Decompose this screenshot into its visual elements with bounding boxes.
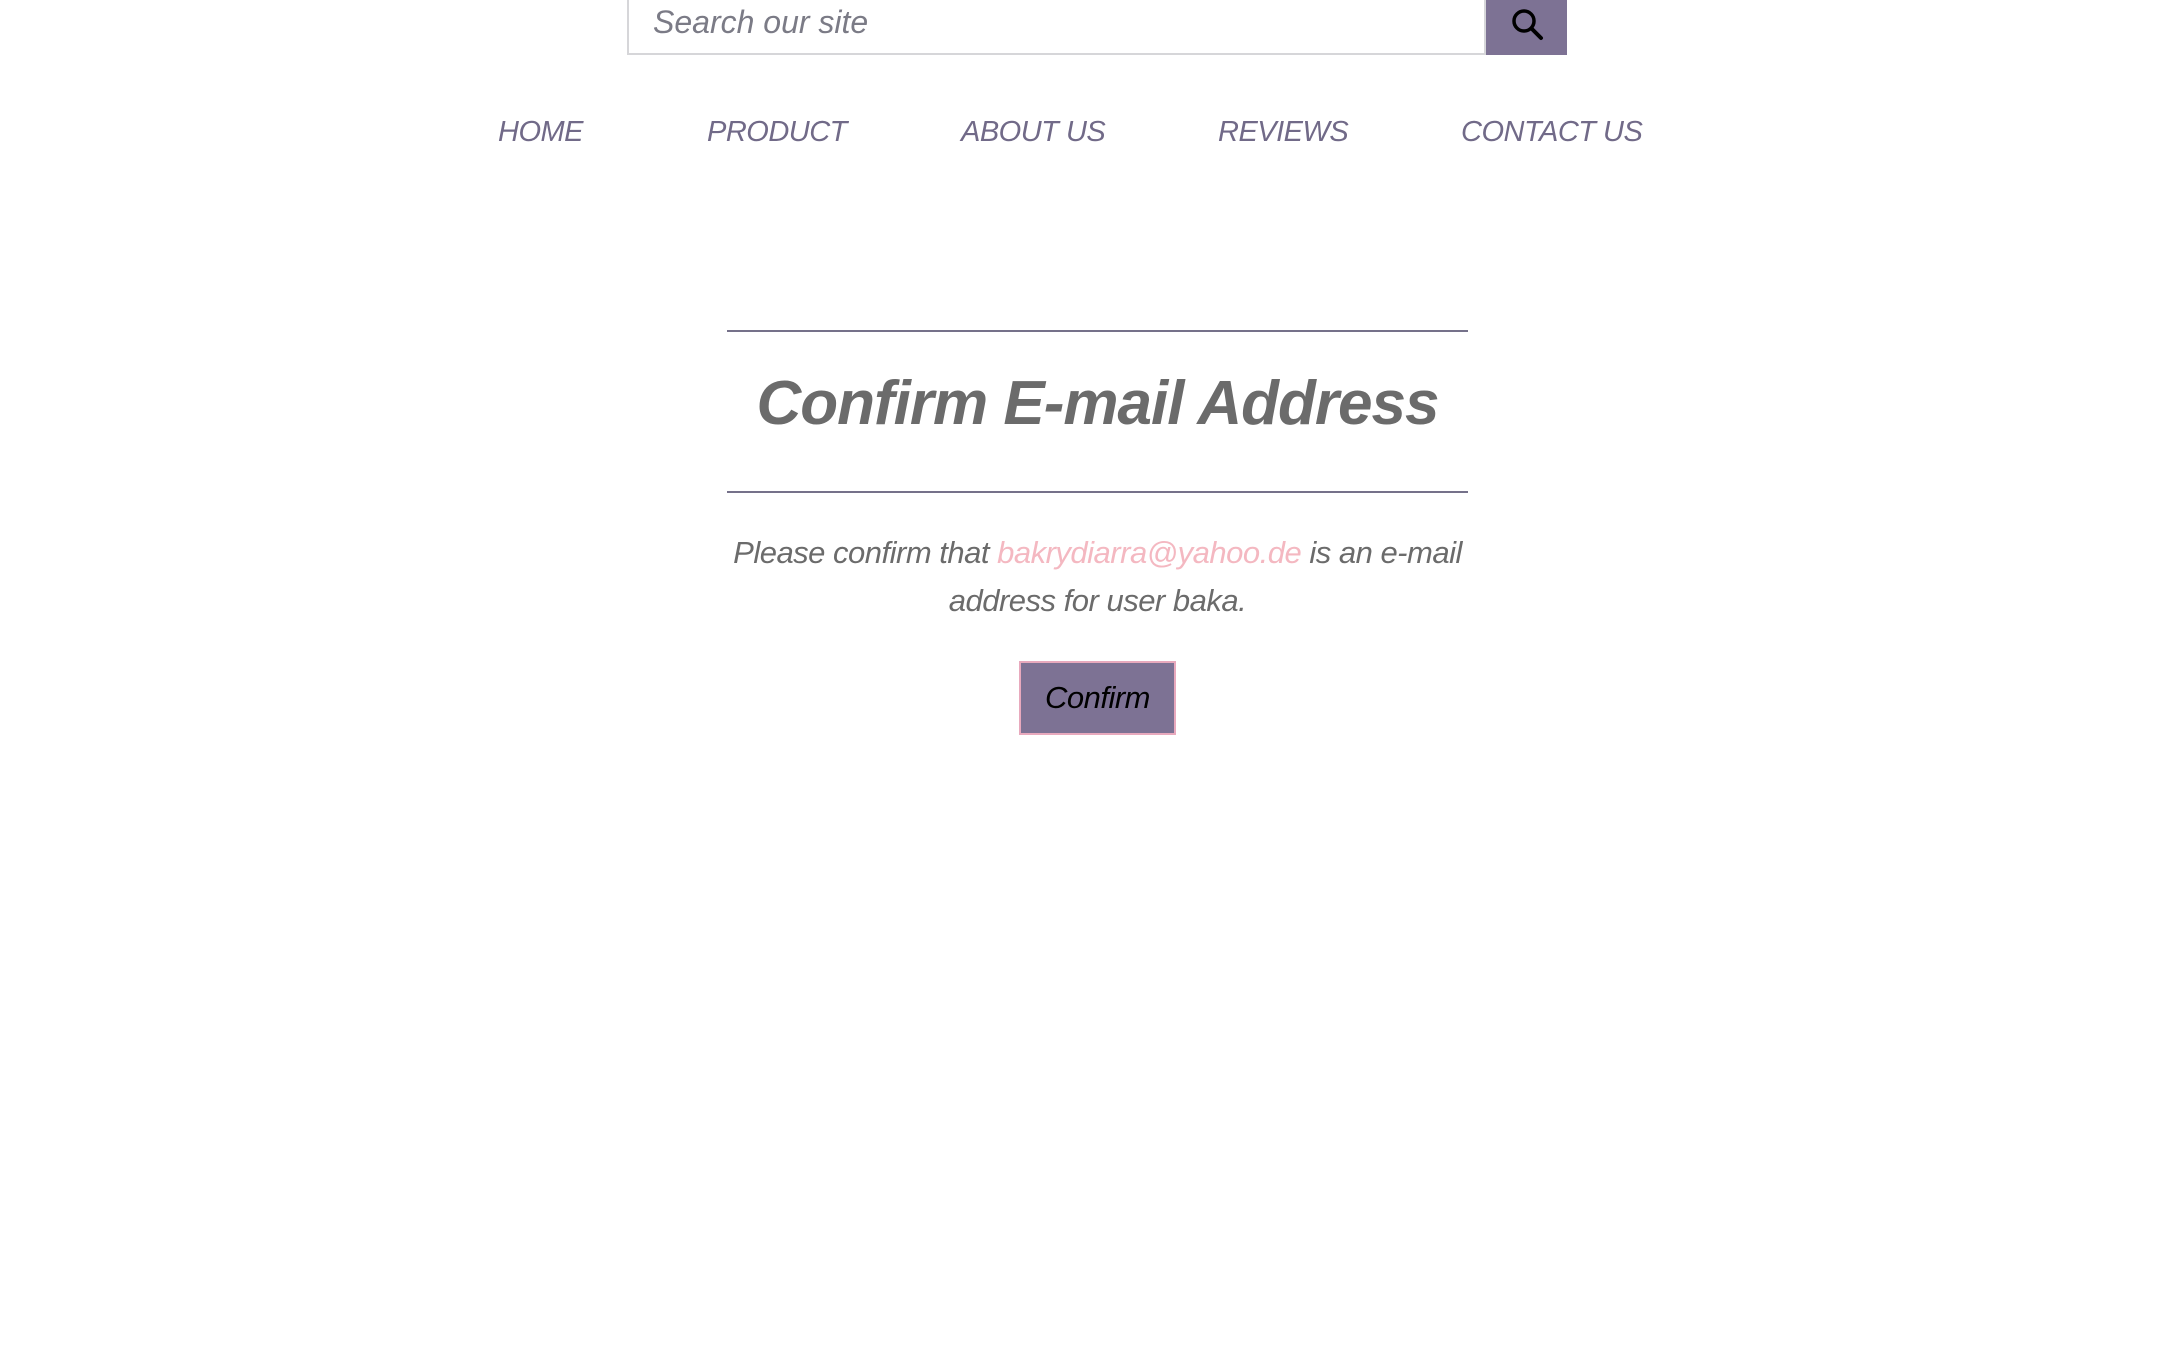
message-prefix: Please confirm that bbox=[733, 535, 989, 570]
nav-item-product[interactable]: PRODUCT bbox=[707, 116, 847, 149]
nav-item-contact-us[interactable]: CONTACT US bbox=[1461, 116, 1643, 149]
title-top-divider bbox=[727, 330, 1468, 332]
search-input[interactable] bbox=[627, 0, 1486, 55]
email-link[interactable]: bakrydiarra@yahoo.de bbox=[997, 535, 1302, 570]
title-bottom-divider bbox=[727, 491, 1468, 493]
nav-item-reviews[interactable]: REVIEWS bbox=[1218, 116, 1349, 149]
nav-item-home[interactable]: HOME bbox=[498, 116, 584, 149]
search-button[interactable] bbox=[1486, 0, 1567, 55]
confirm-message: Please confirm that bakrydiarra@yahoo.de… bbox=[727, 529, 1468, 625]
confirm-button[interactable]: Confirm bbox=[1019, 661, 1176, 735]
page-title: Confirm E-mail Address bbox=[756, 369, 1440, 438]
confirm-email-section: Confirm E-mail Address Please confirm th… bbox=[727, 330, 1468, 735]
search-bar bbox=[627, 0, 1567, 55]
search-icon bbox=[1511, 8, 1543, 40]
nav-item-about-us[interactable]: ABOUT US bbox=[961, 116, 1106, 149]
page: HOME PRODUCT ABOUT US REVIEWS CONTACT US… bbox=[0, 0, 2168, 1360]
main-nav: HOME PRODUCT ABOUT US REVIEWS CONTACT US bbox=[0, 116, 2168, 156]
